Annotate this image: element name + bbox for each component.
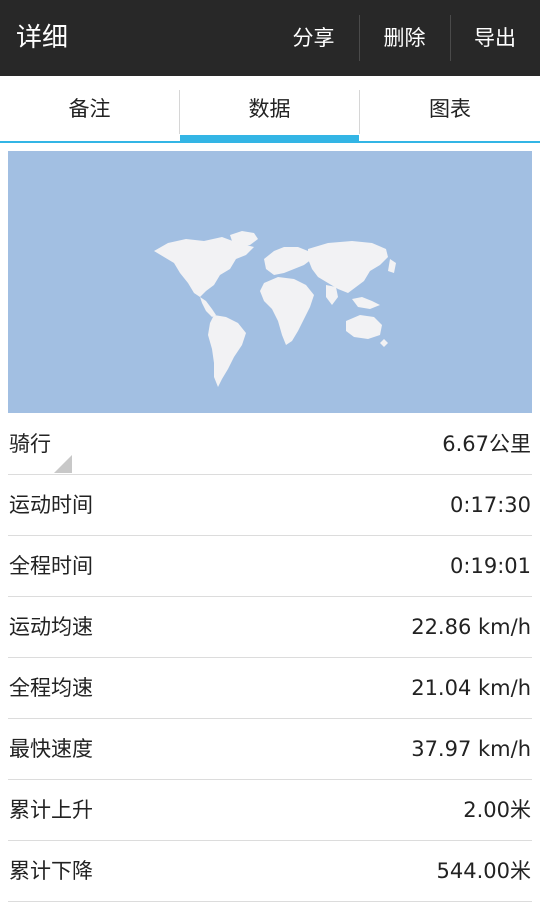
stat-row-total-descent: 累计下降 544.00米 [8, 841, 532, 902]
page-title: 详细 [16, 23, 69, 53]
share-button[interactable]: 分享 [268, 0, 359, 76]
region-southeast-asia [352, 297, 380, 309]
stat-label: 运动时间 [9, 493, 93, 517]
stat-row-distance[interactable]: 骑行 6.67公里 [8, 414, 532, 475]
tab-data-label: 数据 [248, 97, 291, 121]
stat-label: 累计下降 [9, 859, 93, 883]
stat-row-total-time: 全程时间 0:19:01 [8, 536, 532, 597]
stat-value: 0:19:01 [450, 554, 531, 578]
region-central-america [200, 297, 216, 317]
continent-australia [346, 315, 382, 339]
delete-button[interactable]: 删除 [359, 0, 450, 76]
action-divider [450, 15, 451, 61]
stat-label: 骑行 [9, 432, 51, 456]
stat-label: 全程时间 [9, 554, 93, 578]
continent-africa [260, 277, 314, 345]
stat-value: 21.04 km/h [411, 676, 531, 700]
stat-row-total-ascent: 累计上升 2.00米 [8, 780, 532, 841]
stat-value: 2.00米 [463, 798, 531, 822]
export-label: 导出 [474, 26, 516, 50]
stat-label: 累计上升 [9, 798, 93, 822]
selected-tab-indicator [180, 135, 359, 143]
stat-value: 37.97 km/h [411, 737, 531, 761]
region-india [326, 285, 338, 305]
tab-data[interactable]: 数据 [180, 76, 359, 143]
delete-label: 删除 [383, 26, 426, 50]
stat-label: 运动均速 [9, 615, 93, 639]
stat-label: 全程均速 [9, 676, 93, 700]
tab-notes[interactable]: 备注 [0, 76, 179, 141]
stat-row-total-avg-speed: 全程均速 21.04 km/h [8, 658, 532, 719]
stat-label: 最快速度 [9, 737, 93, 761]
action-buttons: 分享 删除 导出 [268, 0, 540, 76]
route-map[interactable] [8, 151, 532, 413]
action-bar: 详细 分享 删除 导出 [0, 0, 540, 76]
stat-value: 0:17:30 [450, 493, 531, 517]
continent-south-america [208, 315, 246, 387]
world-map-graphic [154, 231, 396, 387]
tab-chart[interactable]: 图表 [360, 76, 540, 141]
island-new-zealand [380, 339, 388, 347]
stat-row-moving-avg-speed: 运动均速 22.86 km/h [8, 597, 532, 658]
stat-value: 544.00米 [436, 859, 531, 883]
dropdown-corner-icon[interactable] [54, 455, 72, 473]
action-divider [359, 15, 360, 61]
stats-list: 骑行 6.67公里 运动时间 0:17:30 全程时间 0:19:01 运动均速… [8, 414, 532, 902]
stat-value: 6.67公里 [442, 432, 531, 456]
continent-asia [308, 241, 388, 293]
stat-value: 22.86 km/h [411, 615, 531, 639]
tab-bar: 备注 数据 图表 [0, 76, 540, 143]
stat-row-max-speed: 最快速度 37.97 km/h [8, 719, 532, 780]
export-button[interactable]: 导出 [450, 0, 540, 76]
stat-row-moving-time: 运动时间 0:17:30 [8, 475, 532, 536]
continent-europe [264, 247, 312, 275]
island-japan [388, 259, 396, 273]
